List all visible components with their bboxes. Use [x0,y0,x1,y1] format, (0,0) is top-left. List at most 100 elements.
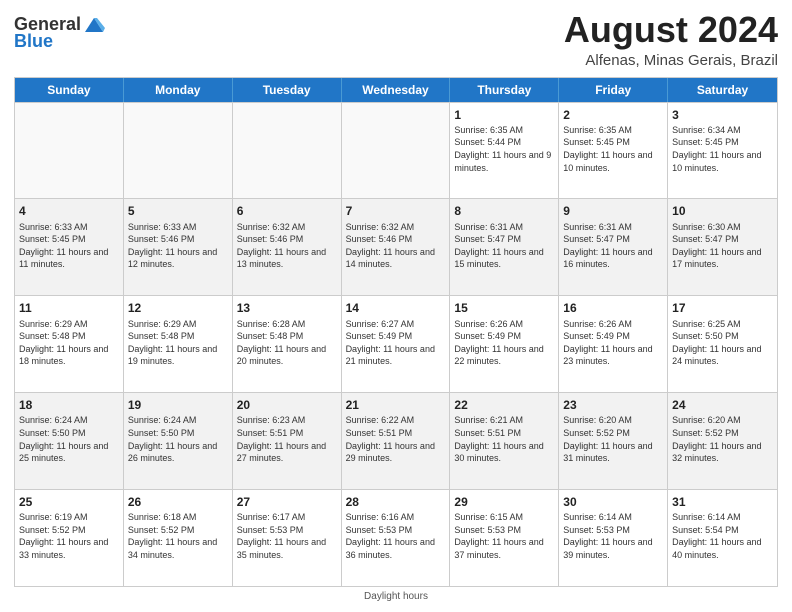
calendar-cell-6: 6 Sunrise: 6:32 AM Sunset: 5:46 PM Daylig… [233,199,342,295]
cell-info: Sunrise: 6:33 AM Sunset: 5:46 PM Dayligh… [128,221,228,271]
cell-info: Sunrise: 6:35 AM Sunset: 5:44 PM Dayligh… [454,124,554,174]
calendar-cell-17: 17Sunrise: 6:25 AM Sunset: 5:50 PM Dayli… [668,296,777,392]
day-number: 9 [563,203,663,219]
cell-info: Sunrise: 6:29 AM Sunset: 5:48 PM Dayligh… [128,318,228,368]
day-number: 24 [672,397,773,413]
cell-info: Sunrise: 6:26 AM Sunset: 5:49 PM Dayligh… [454,318,554,368]
calendar-cell-empty-0-2 [233,103,342,199]
day-number: 4 [19,203,119,219]
day-number: 5 [128,203,228,219]
day-number: 18 [19,397,119,413]
cell-info: Sunrise: 6:35 AM Sunset: 5:45 PM Dayligh… [563,124,663,174]
day-number: 6 [237,203,337,219]
cell-info: Sunrise: 6:21 AM Sunset: 5:51 PM Dayligh… [454,414,554,464]
calendar-cell-19: 19Sunrise: 6:24 AM Sunset: 5:50 PM Dayli… [124,393,233,489]
calendar-cell-16: 16 Sunrise: 6:26 AM Sunset: 5:49 PM Dayli… [559,296,668,392]
calendar-row-4: 18Sunrise: 6:24 AM Sunset: 5:50 PM Dayli… [15,392,777,489]
calendar-cell-10: 10Sunrise: 6:30 AM Sunset: 5:47 PM Dayli… [668,199,777,295]
cell-info: Sunrise: 6:20 AM Sunset: 5:52 PM Dayligh… [563,414,663,464]
day-number: 13 [237,300,337,316]
day-number: 26 [128,494,228,510]
calendar-cell-12: 12 Sunrise: 6:29 AM Sunset: 5:48 PM Dayli… [124,296,233,392]
weekday-header-tuesday: Tuesday [233,78,342,102]
calendar-cell-24: 24Sunrise: 6:20 AM Sunset: 5:52 PM Dayli… [668,393,777,489]
calendar-cell-30: 30Sunrise: 6:14 AM Sunset: 5:53 PM Dayli… [559,490,668,586]
title-block: August 2024 Alfenas, Minas Gerais, Brazi… [564,10,778,69]
cell-info: Sunrise: 6:31 AM Sunset: 5:47 PM Dayligh… [563,221,663,271]
calendar-row-1: 1Sunrise: 6:35 AM Sunset: 5:44 PM Daylig… [15,102,777,199]
calendar-body: 1Sunrise: 6:35 AM Sunset: 5:44 PM Daylig… [15,102,777,586]
day-number: 14 [346,300,446,316]
header: General Blue August 2024 Alfenas, Minas … [14,10,778,69]
weekday-header-friday: Friday [559,78,668,102]
calendar: SundayMondayTuesdayWednesdayThursdayFrid… [14,77,778,587]
calendar-cell-5: 5 Sunrise: 6:33 AM Sunset: 5:46 PM Daylig… [124,199,233,295]
cell-info: Sunrise: 6:34 AM Sunset: 5:45 PM Dayligh… [672,124,773,174]
calendar-cell-4: 4 Sunrise: 6:33 AM Sunset: 5:45 PM Daylig… [15,199,124,295]
cell-info: Sunrise: 6:19 AM Sunset: 5:52 PM Dayligh… [19,511,119,561]
calendar-cell-22: 22Sunrise: 6:21 AM Sunset: 5:51 PM Dayli… [450,393,559,489]
day-number: 10 [672,203,773,219]
calendar-cell-9: 9 Sunrise: 6:31 AM Sunset: 5:47 PM Daylig… [559,199,668,295]
calendar-cell-8: 8Sunrise: 6:31 AM Sunset: 5:47 PM Daylig… [450,199,559,295]
day-number: 16 [563,300,663,316]
calendar-row-3: 11 Sunrise: 6:29 AM Sunset: 5:48 PM Dayli… [15,295,777,392]
cell-info: Sunrise: 6:29 AM Sunset: 5:48 PM Dayligh… [19,318,119,368]
day-number: 19 [128,397,228,413]
cell-info: Sunrise: 6:22 AM Sunset: 5:51 PM Dayligh… [346,414,446,464]
cell-info: Sunrise: 6:20 AM Sunset: 5:52 PM Dayligh… [672,414,773,464]
cell-info: Sunrise: 6:32 AM Sunset: 5:46 PM Dayligh… [346,221,446,271]
day-number: 25 [19,494,119,510]
cell-info: Sunrise: 6:18 AM Sunset: 5:52 PM Dayligh… [128,511,228,561]
calendar-cell-1: 1Sunrise: 6:35 AM Sunset: 5:44 PM Daylig… [450,103,559,199]
calendar-cell-11: 11 Sunrise: 6:29 AM Sunset: 5:48 PM Dayli… [15,296,124,392]
calendar-header: SundayMondayTuesdayWednesdayThursdayFrid… [15,78,777,102]
calendar-cell-13: 13 Sunrise: 6:28 AM Sunset: 5:48 PM Dayli… [233,296,342,392]
calendar-cell-31: 31Sunrise: 6:14 AM Sunset: 5:54 PM Dayli… [668,490,777,586]
cell-info: Sunrise: 6:24 AM Sunset: 5:50 PM Dayligh… [128,414,228,464]
day-number: 12 [128,300,228,316]
logo: General Blue [14,14,105,52]
calendar-cell-7: 7Sunrise: 6:32 AM Sunset: 5:46 PM Daylig… [342,199,451,295]
cell-info: Sunrise: 6:26 AM Sunset: 5:49 PM Dayligh… [563,318,663,368]
calendar-cell-28: 28Sunrise: 6:16 AM Sunset: 5:53 PM Dayli… [342,490,451,586]
calendar-cell-15: 15 Sunrise: 6:26 AM Sunset: 5:49 PM Dayli… [450,296,559,392]
month-year: August 2024 [564,10,778,50]
footer-note: Daylight hours [14,591,778,602]
calendar-cell-26: 26Sunrise: 6:18 AM Sunset: 5:52 PM Dayli… [124,490,233,586]
calendar-cell-20: 20Sunrise: 6:23 AM Sunset: 5:51 PM Dayli… [233,393,342,489]
calendar-cell-25: 25Sunrise: 6:19 AM Sunset: 5:52 PM Dayli… [15,490,124,586]
cell-info: Sunrise: 6:28 AM Sunset: 5:48 PM Dayligh… [237,318,337,368]
cell-info: Sunrise: 6:14 AM Sunset: 5:53 PM Dayligh… [563,511,663,561]
day-number: 23 [563,397,663,413]
weekday-header-sunday: Sunday [15,78,124,102]
calendar-cell-empty-0-0 [15,103,124,199]
calendar-cell-23: 23Sunrise: 6:20 AM Sunset: 5:52 PM Dayli… [559,393,668,489]
cell-info: Sunrise: 6:14 AM Sunset: 5:54 PM Dayligh… [672,511,773,561]
weekday-header-saturday: Saturday [668,78,777,102]
calendar-cell-empty-0-1 [124,103,233,199]
calendar-cell-27: 27Sunrise: 6:17 AM Sunset: 5:53 PM Dayli… [233,490,342,586]
day-number: 22 [454,397,554,413]
logo-icon [83,14,105,36]
cell-info: Sunrise: 6:33 AM Sunset: 5:45 PM Dayligh… [19,221,119,271]
day-number: 3 [672,107,773,123]
day-number: 11 [19,300,119,316]
location: Alfenas, Minas Gerais, Brazil [564,52,778,69]
calendar-cell-29: 29Sunrise: 6:15 AM Sunset: 5:53 PM Dayli… [450,490,559,586]
day-number: 15 [454,300,554,316]
calendar-cell-2: 2Sunrise: 6:35 AM Sunset: 5:45 PM Daylig… [559,103,668,199]
weekday-header-wednesday: Wednesday [342,78,451,102]
calendar-cell-empty-0-3 [342,103,451,199]
cell-info: Sunrise: 6:27 AM Sunset: 5:49 PM Dayligh… [346,318,446,368]
day-number: 30 [563,494,663,510]
cell-info: Sunrise: 6:17 AM Sunset: 5:53 PM Dayligh… [237,511,337,561]
cell-info: Sunrise: 6:24 AM Sunset: 5:50 PM Dayligh… [19,414,119,464]
calendar-row-2: 4 Sunrise: 6:33 AM Sunset: 5:45 PM Daylig… [15,198,777,295]
cell-info: Sunrise: 6:32 AM Sunset: 5:46 PM Dayligh… [237,221,337,271]
cell-info: Sunrise: 6:15 AM Sunset: 5:53 PM Dayligh… [454,511,554,561]
day-number: 27 [237,494,337,510]
day-number: 17 [672,300,773,316]
day-number: 1 [454,107,554,123]
cell-info: Sunrise: 6:31 AM Sunset: 5:47 PM Dayligh… [454,221,554,271]
